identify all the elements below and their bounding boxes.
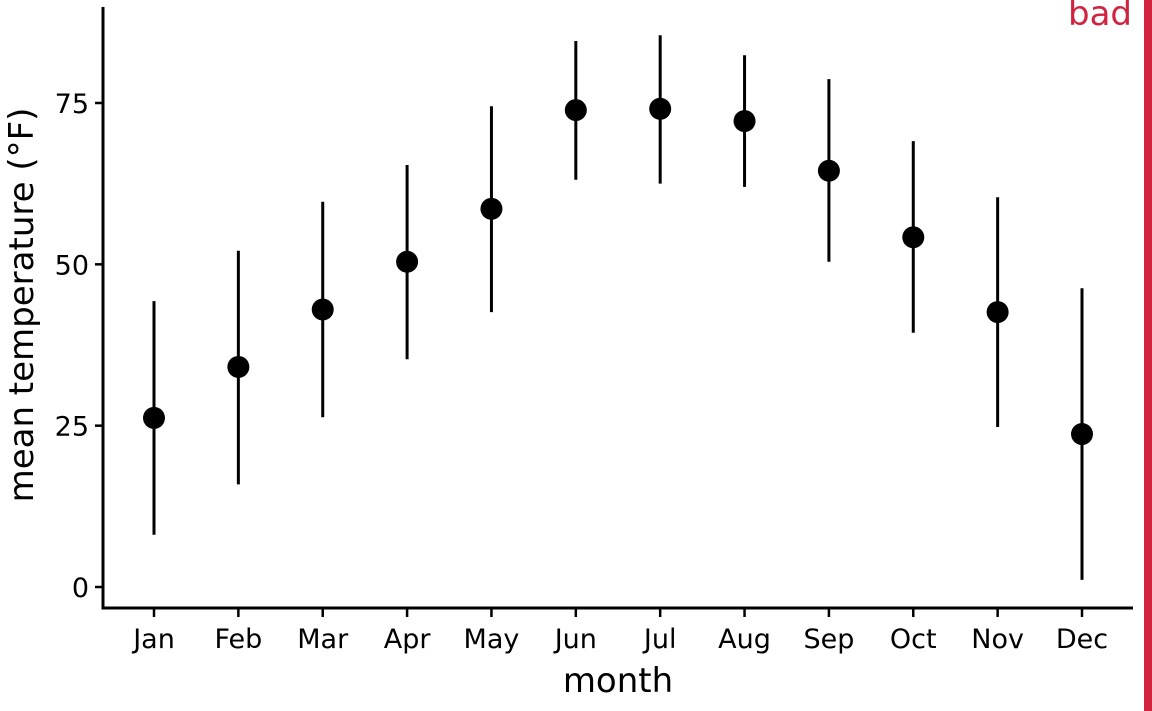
x-axis: Jan Feb Mar Apr May Jun Jul Aug Sep Oct Nov Dec bbox=[101, 606, 1133, 655]
y-tick-label: 50 bbox=[55, 250, 89, 281]
x-tick-label: Dec bbox=[1056, 624, 1108, 655]
x-tick-label: May bbox=[464, 624, 520, 655]
data-point bbox=[986, 301, 1009, 324]
x-tick-label: Sep bbox=[803, 624, 854, 655]
data-point bbox=[480, 197, 503, 220]
y-tick-label: 75 bbox=[55, 89, 89, 120]
data-point bbox=[733, 110, 756, 133]
data-point bbox=[649, 97, 672, 120]
status-badge: bad bbox=[1068, 0, 1132, 34]
y-tick-label: 0 bbox=[72, 573, 89, 604]
data-point bbox=[396, 250, 419, 273]
y-tick-label: 25 bbox=[55, 412, 89, 443]
status-bar bbox=[1144, 0, 1152, 711]
data-point bbox=[902, 226, 925, 249]
x-tick-label: Apr bbox=[384, 624, 432, 655]
x-axis-title: month bbox=[563, 661, 673, 701]
x-tick-label: Jul bbox=[642, 624, 677, 655]
y-axis: 0 25 50 75 bbox=[55, 7, 105, 610]
data-point bbox=[227, 355, 250, 378]
y-axis-title: mean temperature (°F) bbox=[2, 108, 42, 503]
data-point bbox=[817, 159, 840, 182]
plot-marks bbox=[143, 35, 1093, 580]
x-tick-label: Jun bbox=[553, 624, 597, 655]
chart: 0 25 50 75 Jan Feb Mar Apr May Jun Jul Aug Sep Oct No… bbox=[2, 7, 1133, 701]
x-tick-label: Aug bbox=[718, 624, 771, 655]
x-tick-label: Mar bbox=[297, 624, 349, 655]
x-tick-label: Feb bbox=[214, 624, 262, 655]
data-point bbox=[311, 298, 334, 321]
data-point bbox=[1071, 423, 1093, 446]
data-point bbox=[143, 406, 165, 429]
x-tick-label: Oct bbox=[890, 624, 937, 655]
data-point bbox=[564, 99, 587, 122]
x-tick-label: Jan bbox=[131, 624, 175, 655]
x-tick-label: Nov bbox=[971, 624, 1024, 655]
